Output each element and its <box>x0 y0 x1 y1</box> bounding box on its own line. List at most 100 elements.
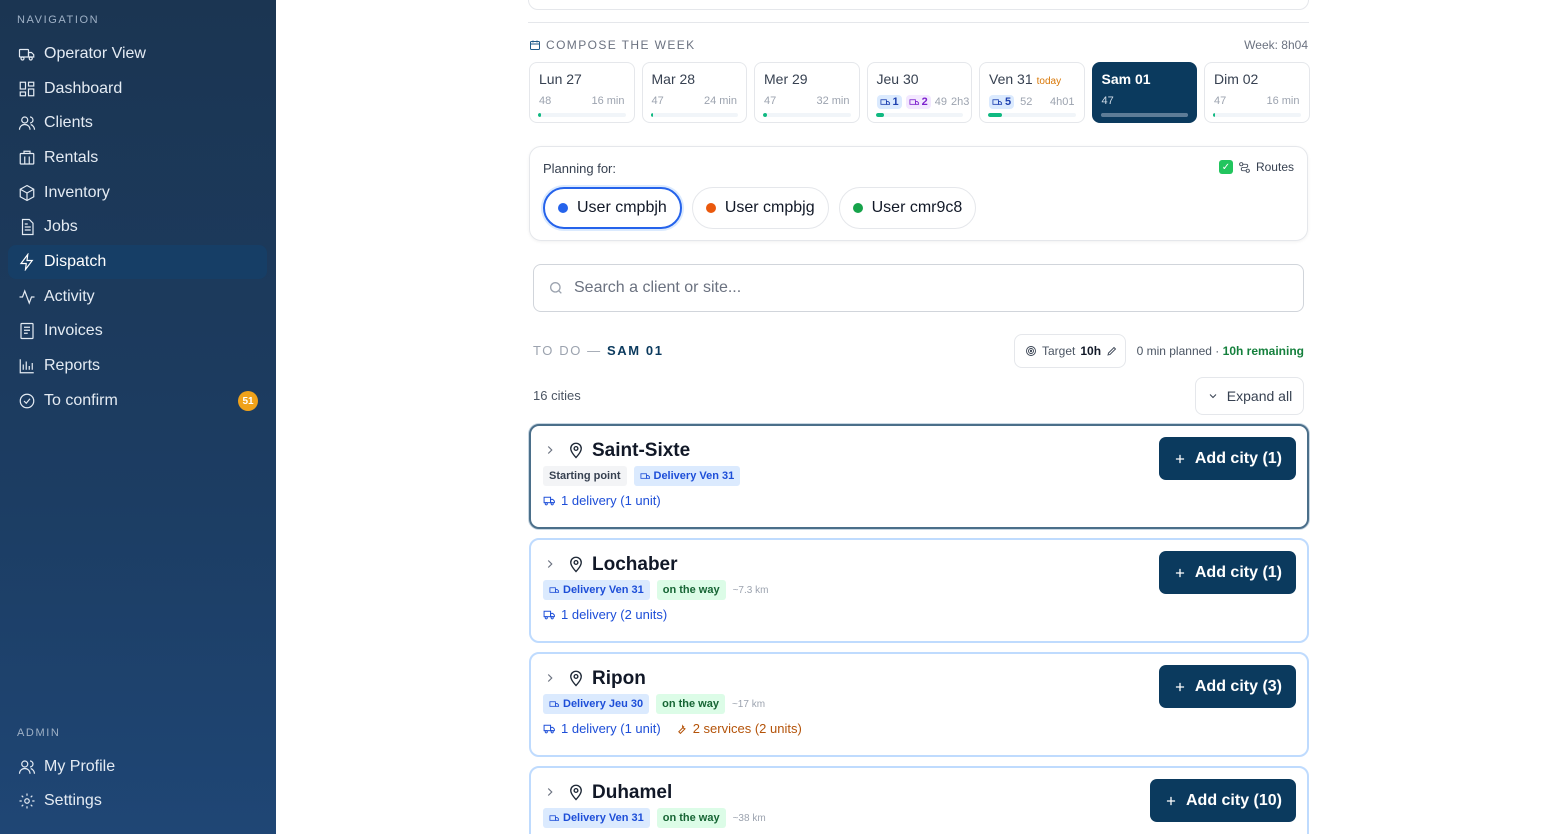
day-card-dim-02[interactable]: Dim 02 47 16 min <box>1204 62 1310 123</box>
search-input[interactable] <box>574 279 1274 297</box>
add-city-label: Add city (1) <box>1194 563 1282 581</box>
city-card-duhamel[interactable]: Duhamel Delivery Ven 31 on the way ~38 k… <box>529 766 1309 834</box>
sidebar-item-label: Settings <box>44 792 102 809</box>
day-card-ven-31[interactable]: Ven 31 today 5 52 4h01 <box>979 62 1085 123</box>
sidebar-item-inventory[interactable]: Inventory <box>8 176 267 210</box>
week-total: Week: 8h04 <box>1244 38 1308 52</box>
nav-section-label: NAVIGATION <box>17 14 100 26</box>
todo-day: SAM 01 <box>606 343 664 358</box>
deliveries-text: 1 delivery (2 units) <box>561 607 668 622</box>
truck-icon <box>880 98 890 105</box>
chevron-right-icon[interactable] <box>543 671 557 685</box>
sidebar-item-rentals[interactable]: Rentals <box>8 141 267 175</box>
city-card-lochaber[interactable]: Lochaber Delivery Ven 31 on the way ~7.3… <box>529 538 1309 643</box>
sidebar-item-my-profile[interactable]: My Profile <box>8 750 267 784</box>
user-pill-cmr9c8[interactable]: User cmr9c8 <box>838 187 977 229</box>
chevron-right-icon[interactable] <box>543 785 557 799</box>
box-icon <box>18 184 36 202</box>
add-city-button[interactable]: Add city (3) <box>1158 665 1296 708</box>
chevron-right-icon[interactable] <box>543 443 557 457</box>
deliveries-summary: 1 delivery (2 units) <box>543 607 667 622</box>
sidebar-item-reports[interactable]: Reports <box>8 349 267 383</box>
todo-heading: TO DO — SAM 01 <box>533 343 664 358</box>
delivery-tag-label: Delivery Ven 31 <box>563 812 644 824</box>
day-card-mer-29[interactable]: Mer 29 47 32 min <box>754 62 860 123</box>
user-name: User cmr9c8 <box>871 199 963 216</box>
user-pill-cmpbjg[interactable]: User cmpbjg <box>691 187 829 229</box>
distance: ~17 km <box>731 698 766 710</box>
day-card-jeu-30[interactable]: Jeu 30 1 2 49 2h3 <box>866 62 972 123</box>
city-name: Saint-Sixte <box>592 440 691 461</box>
routes-toggle[interactable]: ✓ Routes <box>1218 160 1294 174</box>
plus-icon <box>1175 568 1184 577</box>
planning-label: Planning for: <box>543 161 616 176</box>
sidebar-item-invoices[interactable]: Invoices <box>8 314 267 348</box>
day-name: Jeu 30 <box>876 71 919 87</box>
city-name: Lochaber <box>592 554 678 575</box>
target-control[interactable]: Target 10h <box>1014 334 1126 368</box>
sidebar-item-label: My Profile <box>44 758 116 775</box>
gear-icon <box>18 792 36 810</box>
on-the-way-tag: on the way <box>656 580 726 600</box>
day-count: 47 <box>1101 95 1114 107</box>
day-card-sam-01[interactable]: Sam 01 47 <box>1091 62 1197 123</box>
day-duration: 32 min <box>816 95 850 107</box>
sidebar-item-dispatch[interactable]: Dispatch <box>8 245 267 279</box>
day-progress-bar <box>763 113 851 117</box>
add-city-label: Add city (10) <box>1185 791 1282 809</box>
day-progress-bar <box>1100 113 1188 117</box>
sidebar-item-label: To confirm <box>44 392 118 409</box>
sidebar-item-jobs[interactable]: Jobs <box>8 210 267 244</box>
add-city-button[interactable]: Add city (10) <box>1149 779 1296 822</box>
day-card-mar-28[interactable]: Mar 28 47 24 min <box>641 62 747 123</box>
sidebar-item-label: Inventory <box>44 184 110 201</box>
sidebar-item-dashboard[interactable]: Dashboard <box>8 72 267 106</box>
day-duration: 24 min <box>703 95 737 107</box>
sidebar-item-to-confirm[interactable]: To confirm 51 <box>8 384 267 418</box>
city-card-saint-sixte[interactable]: Saint-Sixte Starting point Delivery Ven … <box>529 424 1309 529</box>
chevron-right-icon[interactable] <box>543 557 557 571</box>
add-city-label: Add city (3) <box>1194 677 1282 695</box>
day-duration: 16 min <box>591 95 625 107</box>
route-icon <box>1239 161 1250 173</box>
add-city-button[interactable]: Add city (1) <box>1158 437 1296 480</box>
day-progress-bar <box>875 113 963 117</box>
deliveries-summary: 1 delivery (1 unit) <box>543 721 661 736</box>
day-duration: 2h3 <box>951 96 970 108</box>
plus-icon <box>1175 454 1184 463</box>
city-card-ripon[interactable]: Ripon Delivery Jeu 30 on the way ~17 km … <box>529 652 1309 757</box>
service-chip: 2 <box>905 95 931 109</box>
distance: ~38 km <box>732 812 766 824</box>
sidebar-item-label: Jobs <box>44 218 78 235</box>
add-city-button[interactable]: Add city (1) <box>1158 551 1296 594</box>
sidebar-item-operator-view[interactable]: Operator View <box>8 37 267 71</box>
day-name: Mer 29 <box>764 71 808 87</box>
map-pin-icon <box>567 668 585 688</box>
user-name: User cmpbjg <box>724 199 815 216</box>
cities-count: 16 cities <box>533 388 581 403</box>
day-name: Mar 28 <box>651 71 696 87</box>
sidebar-item-label: Dispatch <box>44 253 107 270</box>
services-summary: 2 services (2 units) <box>675 721 802 736</box>
sidebar-item-clients[interactable]: Clients <box>8 106 267 140</box>
day-progress-bar <box>1213 113 1301 117</box>
activity-icon <box>18 288 36 306</box>
todo-prefix: TO DO — <box>533 343 602 358</box>
sidebar-item-settings[interactable]: Settings <box>8 784 267 818</box>
truck-icon <box>549 700 560 707</box>
plus-icon <box>1166 796 1176 805</box>
sidebar-item-activity[interactable]: Activity <box>8 280 267 314</box>
receipt-icon <box>18 322 36 340</box>
truck-icon <box>640 472 650 479</box>
delivery-chip-count: 1 <box>892 96 899 108</box>
user-pill-cmpbjh[interactable]: User cmpbjh <box>543 187 682 229</box>
routes-checkbox[interactable]: ✓ <box>1218 160 1233 174</box>
expand-all-label: Expand all <box>1226 388 1293 404</box>
delivery-tag: Delivery Ven 31 <box>633 466 741 486</box>
day-count: 49 <box>934 96 947 108</box>
day-card-lun-27[interactable]: Lun 27 48 16 min <box>529 62 635 123</box>
expand-all-button[interactable]: Expand all <box>1195 377 1304 415</box>
on-the-way-tag: on the way <box>656 694 725 714</box>
day-name: Lun 27 <box>539 71 582 87</box>
pencil-icon[interactable] <box>1106 345 1118 357</box>
